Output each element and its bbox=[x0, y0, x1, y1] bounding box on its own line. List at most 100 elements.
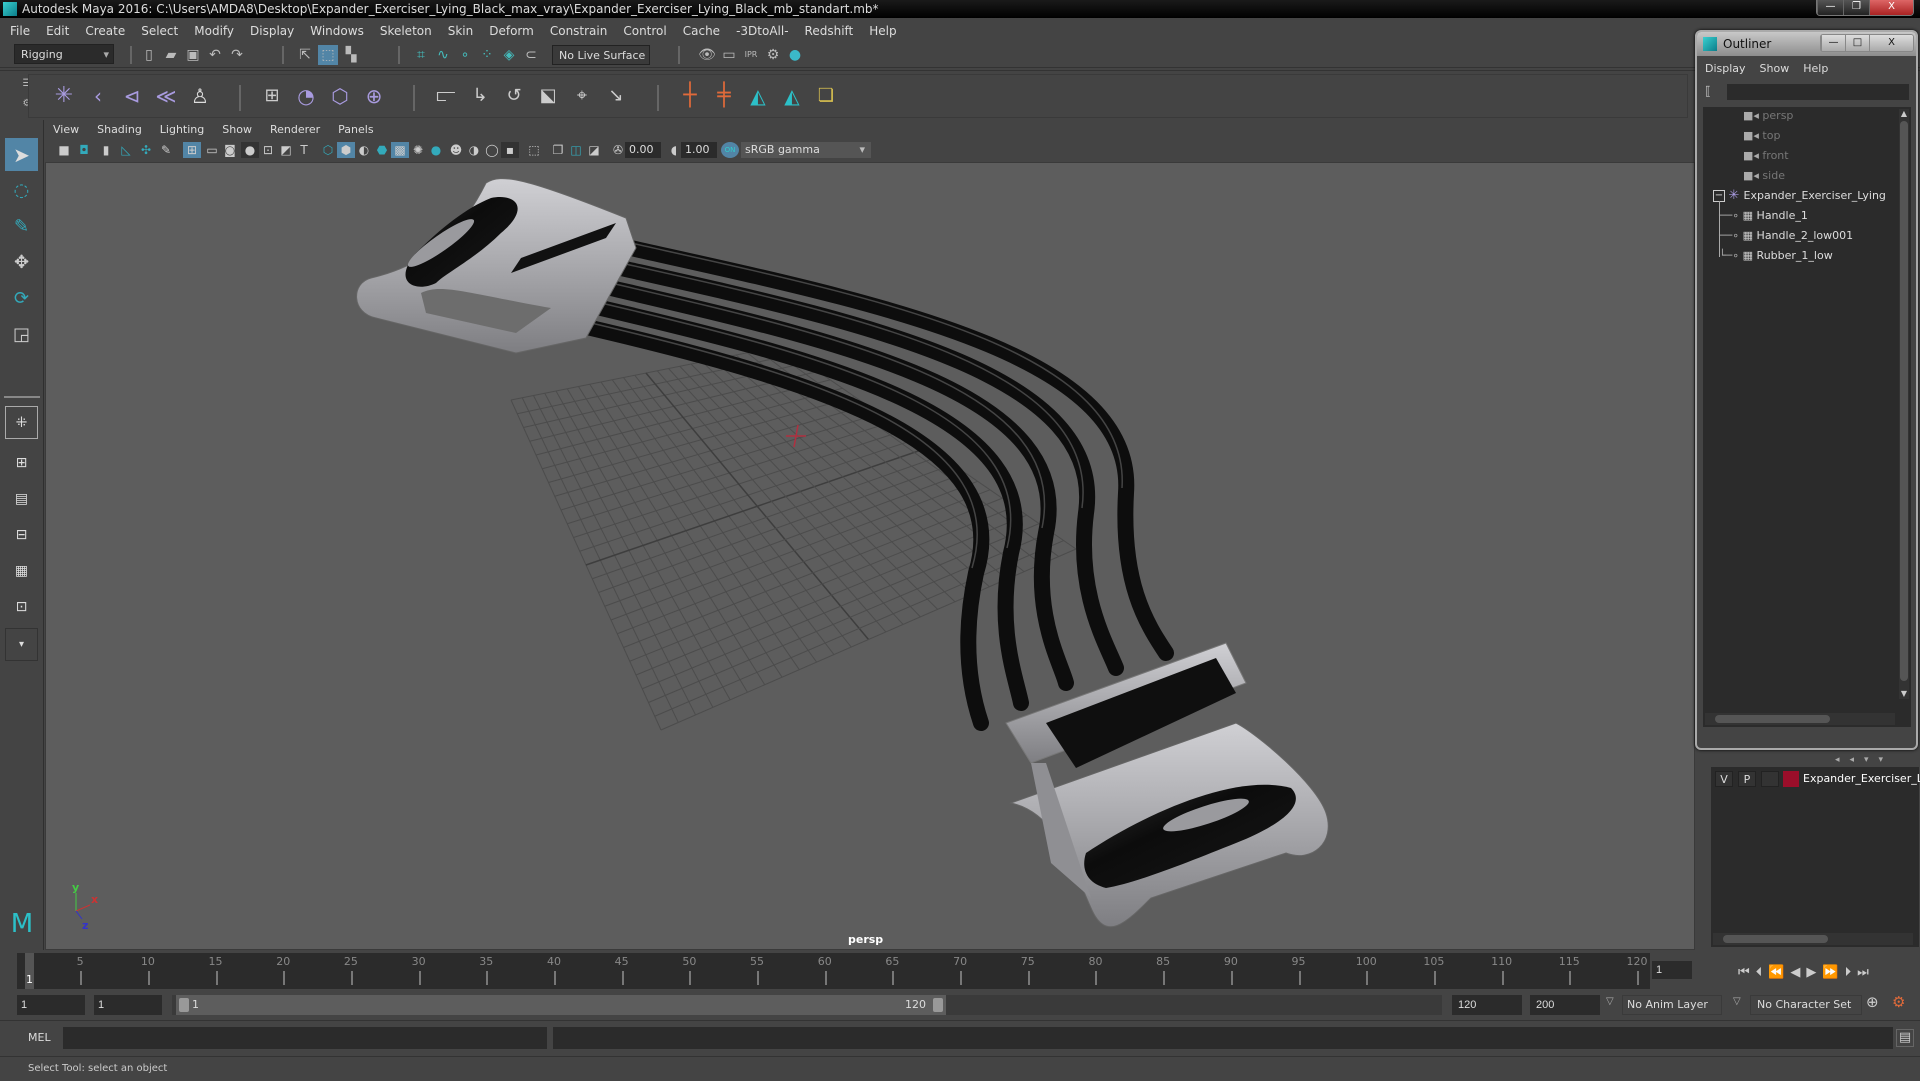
move-tool-icon[interactable]: ✥ bbox=[5, 246, 38, 279]
panel-menu-panels[interactable]: Panels bbox=[338, 123, 373, 136]
single-perspective-layout-icon[interactable]: ⁜ bbox=[5, 406, 38, 439]
camera-attributes-icon[interactable]: ◘ bbox=[75, 142, 93, 158]
animation-end-field[interactable] bbox=[1530, 995, 1600, 1015]
scroll-thumb[interactable] bbox=[1715, 715, 1830, 723]
outliner-vertical-scrollbar[interactable]: ▲ ▼ bbox=[1899, 109, 1909, 699]
image-plane-icon[interactable]: ◺ bbox=[117, 142, 135, 158]
step-back-frame-icon[interactable]: ⏴ bbox=[1756, 965, 1763, 980]
go-to-start-icon[interactable]: ⏮ bbox=[1738, 965, 1750, 980]
render-frame-icon[interactable]: ▭ bbox=[720, 46, 738, 64]
exposure-field[interactable]: 0.00 bbox=[625, 142, 661, 158]
wireframe-on-shaded-icon[interactable]: ⬣ bbox=[373, 142, 391, 158]
save-scene-icon[interactable]: ▣ bbox=[184, 46, 202, 64]
snap-grid-icon[interactable]: ⌗ bbox=[412, 46, 430, 64]
menu-help[interactable]: Help bbox=[869, 24, 896, 38]
grid-toggle-icon[interactable]: ⊞ bbox=[183, 142, 201, 158]
cluster-icon[interactable]: ⊕ bbox=[359, 81, 389, 111]
script-editor-icon[interactable]: ▤ bbox=[1896, 1029, 1914, 1047]
color-space-dropdown[interactable]: sRGB gamma ▾ bbox=[741, 142, 871, 158]
safe-action-icon[interactable]: ◩ bbox=[277, 142, 295, 158]
redo-icon[interactable]: ↷ bbox=[228, 46, 246, 64]
default-material-icon[interactable]: ◐ bbox=[355, 142, 373, 158]
outliner-item[interactable]: └─∘ ▦ Rubber_1_low bbox=[1719, 247, 1833, 265]
range-start-grip[interactable] bbox=[179, 998, 189, 1012]
display-layer-icon[interactable]: ❏ bbox=[811, 81, 841, 111]
isolate-select-icon[interactable]: ⬚ bbox=[525, 142, 543, 158]
menu-redshift[interactable]: Redshift bbox=[805, 24, 854, 38]
live-surface-field[interactable]: No Live Surface bbox=[552, 45, 650, 65]
lasso-tool-icon[interactable]: ◌ bbox=[5, 174, 38, 207]
maya-script-icon[interactable]: ◭ bbox=[743, 81, 773, 111]
open-scene-icon[interactable]: ▰ bbox=[162, 46, 180, 64]
lattice-icon[interactable]: ⬡ bbox=[325, 81, 355, 111]
panel-menu-show[interactable]: Show bbox=[222, 123, 252, 136]
hypershade-layout-icon[interactable]: ▦ bbox=[5, 554, 38, 587]
paint-skin-weights-icon[interactable]: ⊞ bbox=[257, 81, 287, 111]
panel-menu-lighting[interactable]: Lighting bbox=[160, 123, 204, 136]
bookmark-icon[interactable]: ▮ bbox=[97, 142, 115, 158]
layer-horizontal-scrollbar[interactable] bbox=[1713, 933, 1913, 945]
scroll-thumb[interactable] bbox=[1723, 935, 1828, 943]
command-input[interactable] bbox=[63, 1027, 547, 1049]
select-tool-icon[interactable]: ➤ bbox=[5, 138, 38, 171]
menu-windows[interactable]: Windows bbox=[310, 24, 364, 38]
shadows-icon[interactable]: ● bbox=[427, 142, 445, 158]
menu-display[interactable]: Display bbox=[250, 24, 294, 38]
humanik-icon[interactable]: ♙ bbox=[185, 81, 215, 111]
outliner-item[interactable]: ──∘ ▦ Handle_1 bbox=[1719, 207, 1808, 225]
resolution-gate-icon[interactable]: ◙ bbox=[221, 142, 239, 158]
point-constraint-icon[interactable]: ↳ bbox=[465, 81, 495, 111]
xray-components-icon[interactable]: ◪ bbox=[585, 142, 603, 158]
menu-modify[interactable]: Modify bbox=[194, 24, 234, 38]
auto-key-icon[interactable]: ⊕ bbox=[1866, 993, 1879, 1011]
render-settings-icon[interactable]: ⚙ bbox=[764, 46, 782, 64]
select-hierarchy-icon[interactable]: ⇱ bbox=[296, 46, 314, 64]
aim-constraint-icon[interactable]: ⌖ bbox=[567, 81, 597, 111]
snap-point-icon[interactable]: ∘ bbox=[456, 46, 474, 64]
playback-end-field[interactable] bbox=[1452, 995, 1522, 1015]
menu-3dtoall[interactable]: -3DtoAll- bbox=[736, 24, 788, 38]
layout-more-icon[interactable]: ▾ bbox=[5, 628, 38, 661]
pole-vector-icon[interactable]: ↘ bbox=[601, 81, 631, 111]
field-chart-icon[interactable]: ⊡ bbox=[259, 142, 277, 158]
safe-title-icon[interactable]: T bbox=[295, 142, 313, 158]
3d-viewport[interactable]: y x z persp bbox=[45, 162, 1695, 950]
range-end-grip[interactable] bbox=[933, 998, 943, 1012]
outliner-item[interactable]: ■◂ side bbox=[1743, 167, 1785, 185]
layer-color-swatch[interactable] bbox=[1783, 771, 1799, 787]
persp-outliner-layout-icon[interactable]: ▤ bbox=[5, 482, 38, 515]
locator-constraint-icon[interactable]: ╪ bbox=[709, 81, 739, 111]
outliner-item[interactable]: ■◂ front bbox=[1743, 147, 1789, 165]
depth-of-field-icon[interactable]: ▪ bbox=[501, 142, 519, 158]
color-management-toggle-icon[interactable]: ON bbox=[721, 142, 739, 158]
outliner-menu-help[interactable]: Help bbox=[1803, 62, 1828, 75]
rotate-tool-icon[interactable]: ⟳ bbox=[5, 282, 38, 315]
hypershade-icon[interactable]: ● bbox=[786, 46, 804, 64]
undo-icon[interactable]: ↶ bbox=[206, 46, 224, 64]
menu-cache[interactable]: Cache bbox=[683, 24, 720, 38]
playback-start-field[interactable] bbox=[94, 995, 162, 1015]
motion-blur-icon[interactable]: ◑ bbox=[465, 142, 483, 158]
menu-skeleton[interactable]: Skeleton bbox=[380, 24, 432, 38]
range-slider-handle[interactable]: 1 120 bbox=[176, 995, 946, 1015]
ik-spline-icon[interactable]: ⊲ bbox=[117, 81, 147, 111]
layer-toolbar-icons[interactable]: ◂◂▾▾ bbox=[1835, 755, 1920, 765]
paint-select-tool-icon[interactable]: ✎ bbox=[5, 210, 38, 243]
bind-skin-icon[interactable]: ◔ bbox=[291, 81, 321, 111]
xray-icon[interactable]: ❐ bbox=[549, 142, 567, 158]
layer-name[interactable]: Expander_Exerciser_Lyi bbox=[1803, 771, 1920, 787]
scale-constraint-icon[interactable]: ⬕ bbox=[533, 81, 563, 111]
persp-graph-layout-icon[interactable]: ⊟ bbox=[5, 518, 38, 551]
make-live-icon[interactable]: ⊂ bbox=[522, 46, 540, 64]
outliner-horizontal-scrollbar[interactable] bbox=[1705, 713, 1895, 725]
time-slider-track[interactable]: 1 5 10 15 20 25 30 35 40 45 50 55 60 65 70 75 80 85 90 95 1… bbox=[17, 953, 1650, 989]
gate-mask-icon[interactable]: ● bbox=[241, 142, 259, 158]
menu-constrain[interactable]: Constrain bbox=[550, 24, 608, 38]
scroll-thumb[interactable] bbox=[1900, 121, 1908, 681]
scale-tool-icon[interactable]: ◲ bbox=[5, 318, 38, 351]
insert-joint-icon[interactable]: ≪ bbox=[151, 81, 181, 111]
layer-playback-toggle[interactable]: P bbox=[1738, 771, 1756, 787]
2d-pan-zoom-icon[interactable]: ✣ bbox=[137, 142, 155, 158]
snap-curve-icon[interactable]: ∿ bbox=[434, 46, 452, 64]
step-forward-frame-icon[interactable]: ⏵ bbox=[1845, 965, 1852, 980]
